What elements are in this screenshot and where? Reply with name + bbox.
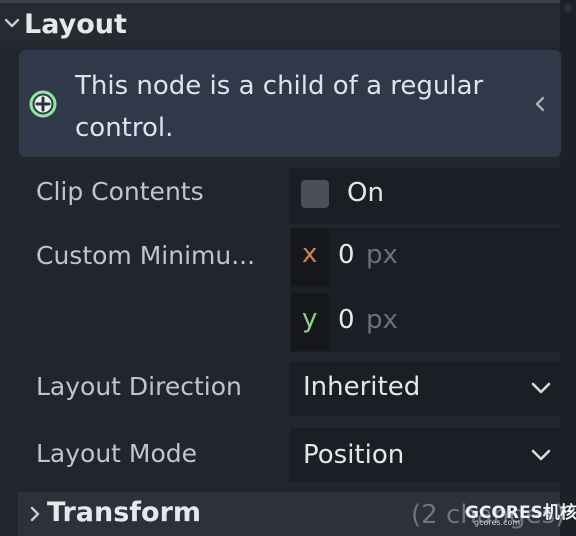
- layout-mode-value[interactable]: Position: [303, 440, 404, 470]
- scrollbar[interactable]: [560, 0, 576, 536]
- clip-contents-value[interactable]: On: [347, 178, 384, 208]
- layout-direction-label: Layout Direction: [36, 372, 242, 401]
- watermark-url: gcores.com: [474, 518, 521, 527]
- section-title: Layout: [24, 9, 127, 40]
- min-size-y-input[interactable]: 0: [338, 305, 355, 335]
- y-axis-tag: y: [291, 293, 329, 351]
- min-size-y-unit: px: [366, 305, 398, 335]
- layout-section-header[interactable]: Layout: [0, 3, 560, 47]
- chevron-down-icon[interactable]: [530, 448, 552, 462]
- x-axis-tag: x: [291, 228, 329, 286]
- x-axis-letter: x: [302, 239, 318, 269]
- clip-contents-field: [290, 168, 560, 224]
- plus-circle-icon: [29, 90, 57, 118]
- layout-direction-value[interactable]: Inherited: [303, 372, 420, 402]
- chevron-right-icon: [30, 506, 40, 522]
- info-message: This node is a child of a regular contro…: [75, 71, 484, 143]
- y-axis-letter: y: [302, 304, 318, 334]
- transform-title: Transform: [47, 497, 202, 528]
- chevron-down-icon: [4, 18, 20, 28]
- layout-mode-label: Layout Mode: [36, 439, 198, 468]
- chevron-left-icon[interactable]: [533, 95, 547, 113]
- chevron-down-icon[interactable]: [530, 381, 552, 395]
- scroll-thumb[interactable]: [564, 4, 572, 12]
- clip-contents-label: Clip Contents: [36, 177, 204, 206]
- custom-minimum-field: [290, 228, 560, 352]
- custom-minimum-label: Custom Minimu...: [36, 241, 256, 270]
- min-size-x-input[interactable]: 0: [338, 240, 355, 270]
- min-size-x-unit: px: [366, 240, 398, 270]
- clip-contents-checkbox[interactable]: [301, 180, 329, 208]
